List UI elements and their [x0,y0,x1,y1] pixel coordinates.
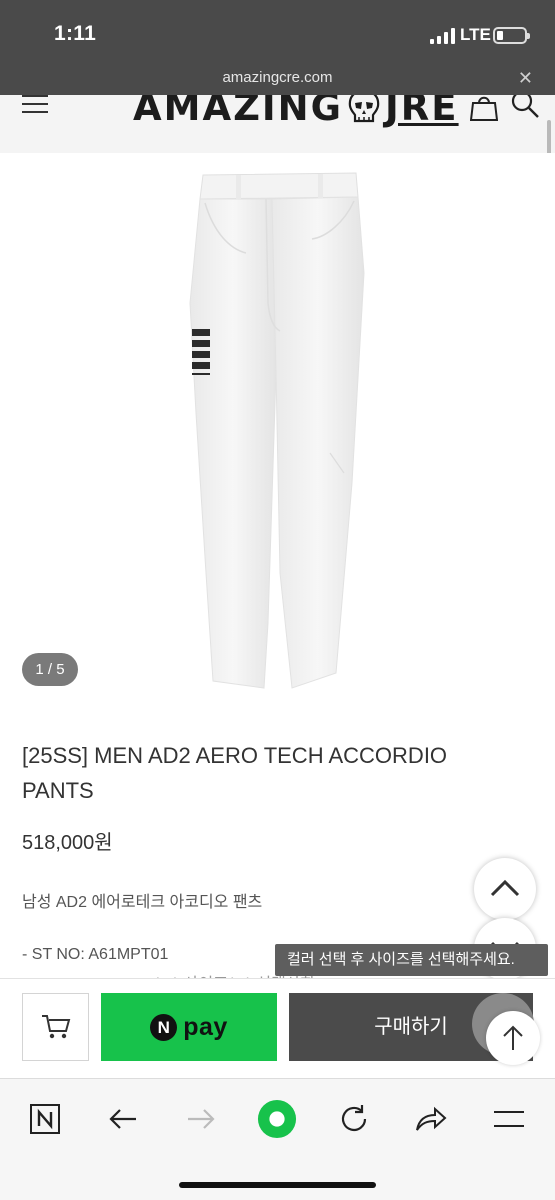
skull-icon [348,95,380,123]
logo-text-left: AMAZING [133,95,344,129]
brand-logo[interactable]: AMAZING JRE [133,95,459,129]
hamburger-icon[interactable] [22,95,48,117]
scroll-up-button[interactable] [474,858,536,920]
product-price: 518,000원 [22,832,113,854]
image-counter: 1 / 5 [22,653,78,686]
status-bar: 1:11 LTE [0,0,555,64]
signal-icon [430,28,455,44]
product-image-gallery[interactable]: 1 / 5 [0,153,555,708]
chevron-up-icon [490,879,520,897]
npay-n-badge: N [150,1013,178,1041]
close-icon[interactable]: ✕ [518,68,533,89]
arrow-up-icon [503,1025,523,1050]
url-text[interactable]: amazingcre.com [0,69,555,86]
site-header: AMAZING JRE [0,95,555,153]
refresh-icon[interactable] [334,1099,374,1139]
url-bar[interactable]: amazingcre.com ✕ [0,64,555,95]
logo-text-right: JRE [385,95,459,129]
scroll-to-top-button[interactable] [486,1011,540,1065]
npay-button[interactable]: N pay [101,993,277,1061]
back-arrow-icon[interactable] [103,1099,143,1139]
battery-icon [493,27,530,44]
npay-label: pay [183,1012,228,1041]
menu-icon[interactable] [489,1099,529,1139]
option-tooltip: 컬러 선택 후 사이즈를 선택해주세요. [275,944,548,976]
product-spec-cut: - COLOR : WHITE(W) 사이즈(M) 선택사항 [22,970,315,978]
browser-toolbar [0,1078,555,1200]
search-icon[interactable] [510,95,540,119]
naver-n-icon[interactable] [25,1099,65,1139]
forward-arrow-icon[interactable] [181,1099,221,1139]
stripe-logo [192,329,210,375]
product-korean-name: 남성 AD2 에어로테크 아코디오 팬츠 [22,894,263,911]
product-title: [25SS] MEN AD2 AERO TECH ACCORDIO PANTS [22,743,448,803]
shopping-bag-icon[interactable] [470,95,498,121]
cart-icon [42,1015,71,1039]
cart-button[interactable] [22,993,89,1061]
share-icon[interactable] [411,1099,451,1139]
product-style-number: - ST NO: A61MPT01 [22,946,169,963]
green-home-icon[interactable] [257,1099,297,1139]
purchase-bar: N pay 구매하기 [0,978,555,1078]
home-indicator[interactable] [179,1182,376,1188]
status-time: 1:11 [54,22,97,45]
product-image[interactable] [0,153,555,708]
network-type: LTE [460,25,491,44]
